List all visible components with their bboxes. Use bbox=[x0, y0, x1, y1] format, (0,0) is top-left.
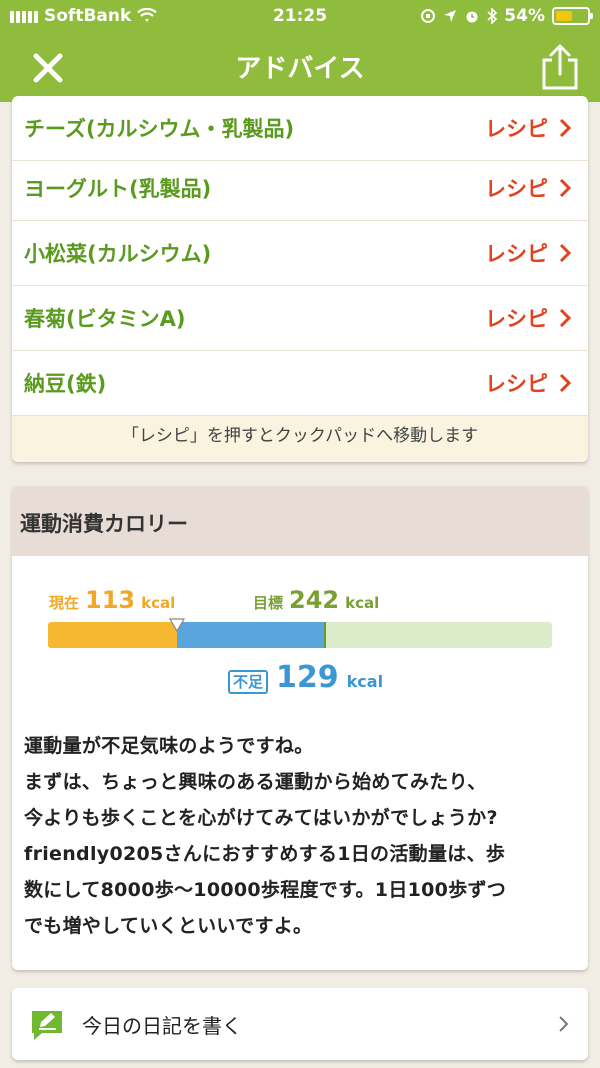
recipe-name: 納豆(鉄) bbox=[24, 372, 107, 396]
recipe-note: 「レシピ」を押すとクックパッドへ移動します bbox=[12, 416, 588, 462]
current-value: 113 bbox=[85, 586, 136, 614]
exercise-title: 運動消費カロリー bbox=[20, 512, 188, 536]
recipe-name: 春菊(ビタミンA) bbox=[24, 307, 186, 331]
chevron-right-icon bbox=[559, 178, 572, 198]
recipe-link-label: レシピ bbox=[485, 177, 548, 201]
recipe-link-label: レシピ bbox=[485, 307, 548, 331]
chevron-right-icon bbox=[559, 373, 572, 393]
recipe-row[interactable]: チーズ(カルシウム・乳製品) レシピ bbox=[12, 96, 588, 161]
recipe-card: チーズ(カルシウム・乳製品) レシピ ヨーグルト(乳製品) レシピ 小松菜(カル… bbox=[12, 96, 588, 462]
location-icon bbox=[444, 10, 457, 22]
pencil-note-icon bbox=[32, 1011, 62, 1040]
shortfall: 不足 129 kcal bbox=[228, 660, 383, 695]
current-unit: kcal bbox=[141, 594, 176, 612]
recipe-link[interactable]: レシピ bbox=[485, 113, 572, 143]
battery-level bbox=[556, 11, 573, 21]
recipe-link[interactable]: レシピ bbox=[485, 303, 572, 333]
goal-calories: 目標 242 kcal bbox=[253, 586, 379, 614]
nav-header: SoftBank 21:25 54% アドバイス bbox=[0, 0, 600, 102]
rotation-lock-icon bbox=[421, 9, 436, 23]
recipe-link[interactable]: レシピ bbox=[485, 368, 572, 398]
write-diary-button[interactable]: 今日の日記を書く bbox=[12, 988, 588, 1060]
recipe-row[interactable]: ヨーグルト(乳製品) レシピ bbox=[12, 156, 588, 221]
share-button[interactable] bbox=[538, 42, 582, 92]
shortfall-badge: 不足 bbox=[228, 670, 269, 694]
recipe-link-label: レシピ bbox=[485, 242, 548, 266]
exercise-card: 運動消費カロリー 現在 113 kcal 目標 242 kcal 不足 129 … bbox=[12, 486, 588, 970]
recipe-name: チーズ(カルシウム・乳製品) bbox=[24, 117, 295, 141]
chevron-right-icon bbox=[559, 308, 572, 328]
advice-text: 運動量が不足気味のようですね。 まずは、ちょっと興味のある運動から始めてみたり、… bbox=[24, 735, 507, 937]
recipe-link-label: レシピ bbox=[485, 372, 548, 396]
current-calories: 現在 113 kcal bbox=[49, 586, 175, 614]
recipe-row[interactable]: 春菊(ビタミンA) レシピ bbox=[12, 286, 588, 351]
recipe-link[interactable]: レシピ bbox=[485, 238, 572, 268]
goal-unit: kcal bbox=[345, 594, 380, 612]
recipe-row[interactable]: 小松菜(カルシウム) レシピ bbox=[12, 221, 588, 286]
recipe-name: ヨーグルト(乳製品) bbox=[24, 177, 212, 201]
status-bar: SoftBank 21:25 54% bbox=[0, 0, 600, 34]
page-title: アドバイス bbox=[235, 54, 365, 84]
calorie-progress-bar bbox=[48, 622, 552, 648]
shortfall-fill bbox=[177, 622, 326, 648]
chevron-right-icon bbox=[559, 243, 572, 263]
write-diary-label: 今日の日記を書く bbox=[82, 1013, 242, 1038]
exercise-header: 運動消費カロリー bbox=[12, 486, 588, 556]
recipe-row[interactable]: 納豆(鉄) レシピ bbox=[12, 351, 588, 416]
shortfall-unit: kcal bbox=[346, 672, 384, 691]
current-marker-icon bbox=[169, 618, 186, 632]
battery-percent: 54% bbox=[504, 6, 545, 26]
goal-value: 242 bbox=[289, 586, 340, 614]
current-fill bbox=[48, 622, 178, 648]
battery-icon bbox=[552, 7, 593, 25]
current-label: 現在 bbox=[49, 594, 80, 612]
goal-marker bbox=[324, 622, 327, 648]
alarm-icon bbox=[466, 11, 478, 23]
shortfall-value: 129 bbox=[276, 660, 339, 695]
recipe-link[interactable]: レシピ bbox=[485, 173, 572, 203]
bluetooth-icon bbox=[487, 8, 498, 24]
chevron-right-icon bbox=[559, 118, 572, 138]
goal-label: 目標 bbox=[253, 594, 284, 612]
recipe-name: 小松菜(カルシウム) bbox=[24, 242, 212, 266]
recipe-link-label: レシピ bbox=[485, 117, 548, 141]
chevron-right-icon bbox=[559, 1016, 569, 1032]
share-icon bbox=[542, 44, 578, 90]
